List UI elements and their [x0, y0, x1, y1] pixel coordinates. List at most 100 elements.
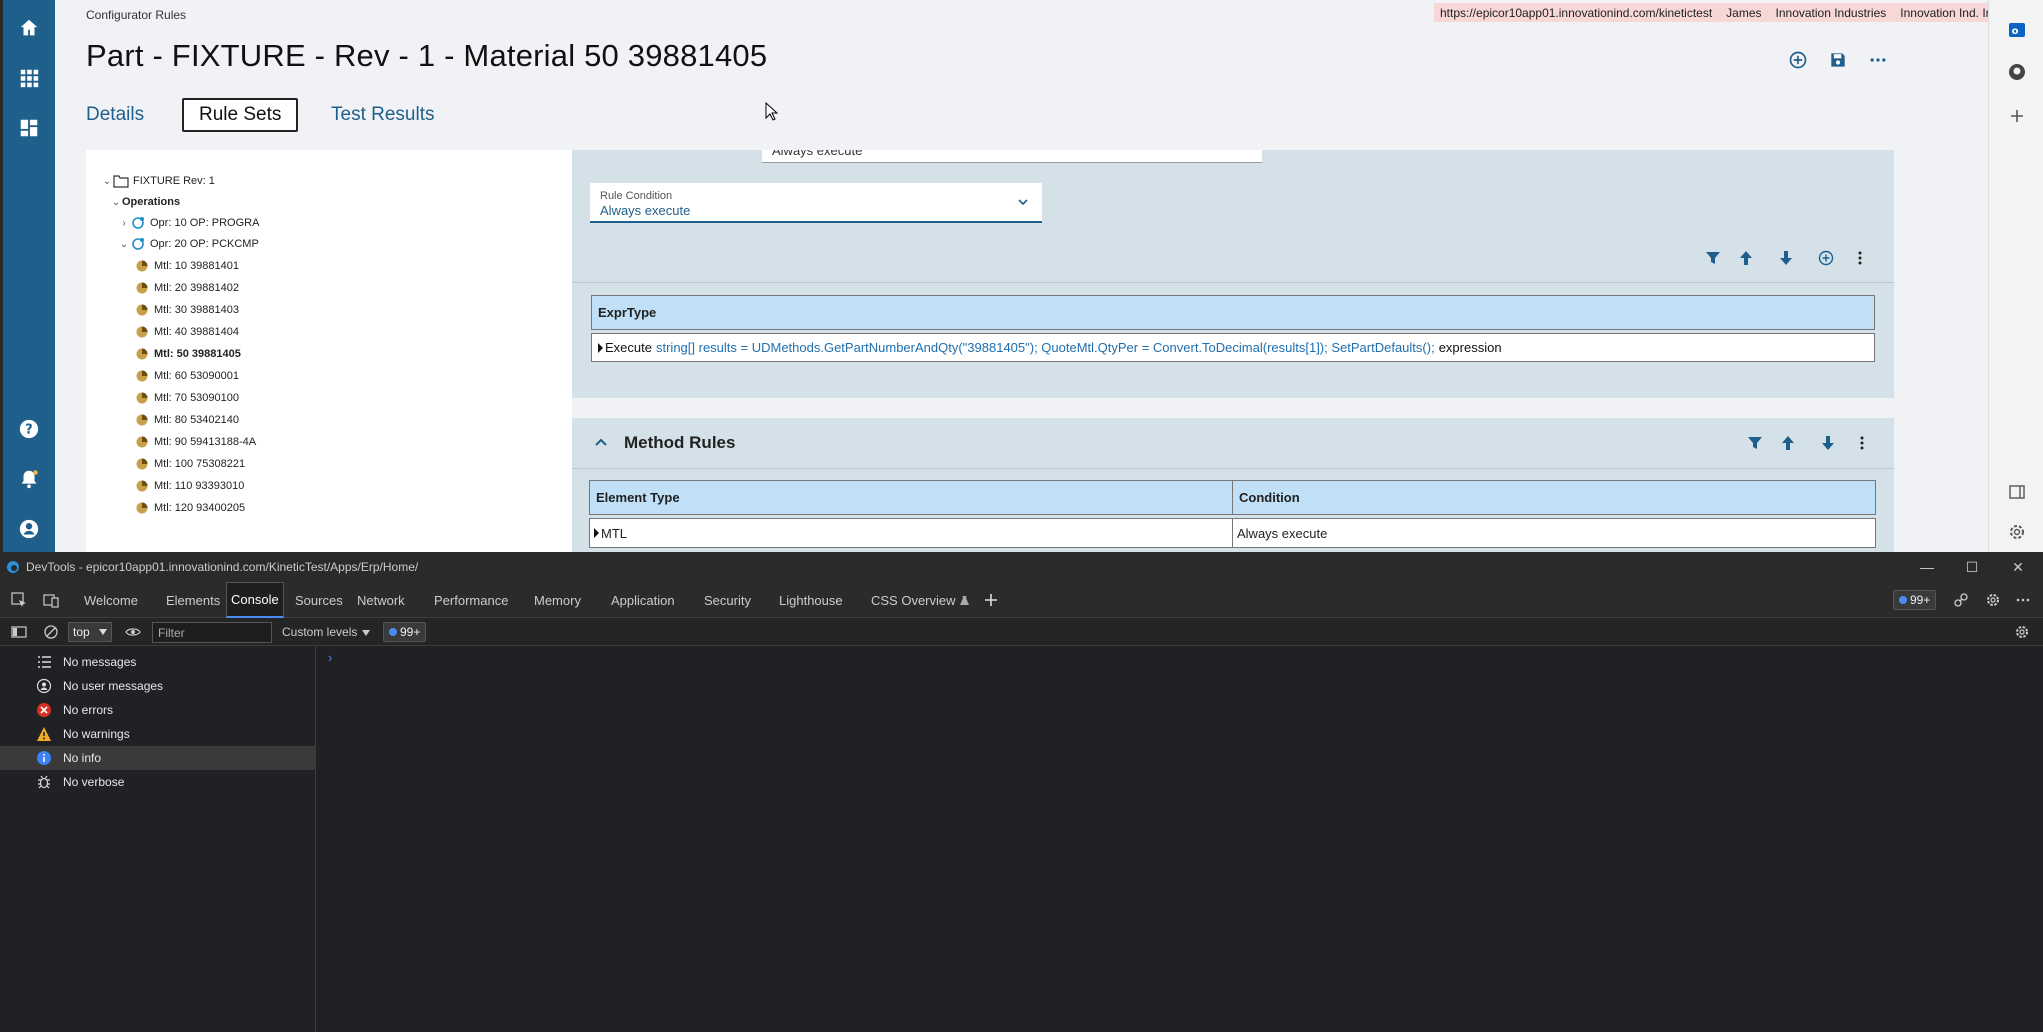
- sidebar-item-warnings[interactable]: No warnings: [0, 722, 316, 746]
- connected-devices-icon[interactable]: [1952, 591, 1970, 609]
- javascript-context-select[interactable]: top: [68, 622, 112, 642]
- rule-condition-dropdown[interactable]: Rule Condition Always execute: [590, 183, 1042, 223]
- filter-button[interactable]: [1702, 247, 1724, 269]
- grid-row[interactable]: Execute string[] results = UDMethods.Get…: [591, 333, 1875, 362]
- devtools-tab-console[interactable]: Console: [226, 582, 284, 618]
- sidebar-item-verbose[interactable]: No verbose: [0, 770, 316, 794]
- tree-node-material[interactable]: Mtl: 100 75308221: [134, 454, 245, 474]
- move-down-button[interactable]: [1817, 432, 1839, 454]
- tree-node-material[interactable]: Mtl: 120 93400205: [134, 498, 245, 518]
- devtools-title: DevTools - epicor10app01.innovationind.c…: [26, 560, 419, 574]
- move-up-button[interactable]: [1735, 247, 1757, 269]
- chevron-right-icon[interactable]: ›: [118, 218, 130, 229]
- breadcrumb[interactable]: Configurator Rules: [86, 8, 186, 22]
- console-prompt[interactable]: ›: [328, 650, 332, 665]
- tree-node-material[interactable]: Mtl: 40 39881404: [134, 322, 239, 342]
- toggle-sidebar-icon[interactable]: [10, 623, 28, 641]
- move-down-button[interactable]: [1775, 247, 1797, 269]
- chevron-down-icon[interactable]: ⌄: [101, 176, 113, 187]
- tree-node-material[interactable]: Mtl: 90 59413188-4A: [134, 432, 256, 452]
- action-expression-grid: ExprType Execute string[] results = UDMe…: [591, 295, 1875, 362]
- tree-node-material[interactable]: Mtl: 80 53402140: [134, 410, 239, 430]
- console-settings-gear-icon[interactable]: [2013, 623, 2031, 641]
- sidebar-item-messages[interactable]: No messages: [0, 650, 316, 674]
- site-name: Innovation Ind. Inc.: [1900, 5, 2002, 20]
- tree-node-material[interactable]: Mtl: 20 39881402: [134, 278, 239, 298]
- devtools-tab-css-overview[interactable]: CSS Overview: [867, 582, 973, 618]
- tree-node-material[interactable]: Mtl: 50 39881405: [134, 344, 241, 364]
- sidebar-item-errors[interactable]: No errors: [0, 698, 316, 722]
- devtools-tab-network[interactable]: Network: [353, 582, 409, 618]
- add-sidebar-app-icon[interactable]: [2005, 104, 2029, 128]
- gear-icon[interactable]: [1984, 591, 2002, 609]
- move-up-button[interactable]: [1777, 432, 1799, 454]
- tree-node-operations[interactable]: ⌄ Operations: [110, 192, 180, 212]
- more-options-button[interactable]: [1866, 48, 1890, 72]
- sidebar-item-info[interactable]: No info: [0, 746, 316, 770]
- condition-value: Always execute: [1237, 525, 1328, 541]
- grid-column-header[interactable]: Element Type: [590, 481, 1233, 514]
- devtools-tab-lighthouse[interactable]: Lighthouse: [775, 582, 847, 618]
- dashboard-icon[interactable]: [15, 114, 43, 142]
- devtools-tab-welcome[interactable]: Welcome: [80, 582, 142, 618]
- company-name: Innovation Industries: [1775, 5, 1887, 20]
- grid-more-button[interactable]: [1851, 432, 1873, 454]
- notifications-bell-icon[interactable]: [15, 465, 43, 493]
- log-levels-dropdown[interactable]: Custom levels: [282, 625, 357, 639]
- close-button[interactable]: ✕: [2009, 558, 2027, 576]
- tree-root[interactable]: ⌄ FIXTURE Rev: 1: [101, 171, 215, 191]
- gear-icon[interactable]: [2005, 520, 2029, 544]
- issues-badge[interactable]: 99+: [1893, 590, 1937, 610]
- devtools-tab-memory[interactable]: Memory: [530, 582, 585, 618]
- tab-test-results[interactable]: Test Results: [316, 98, 449, 132]
- grid-column-header[interactable]: Condition: [1233, 481, 1875, 514]
- console-messages-badge[interactable]: 99+: [383, 622, 427, 642]
- grid-more-button[interactable]: [1849, 247, 1871, 269]
- clear-console-icon[interactable]: [42, 623, 60, 641]
- chevron-down-icon[interactable]: ⌄: [110, 197, 122, 208]
- more-horizontal-icon[interactable]: [2014, 591, 2032, 609]
- chevron-up-icon[interactable]: [592, 434, 610, 452]
- add-new-button[interactable]: [1786, 48, 1810, 72]
- grid-row[interactable]: MTL Always execute: [589, 518, 1876, 548]
- tree-node-material[interactable]: Mtl: 30 39881403: [134, 300, 239, 320]
- outlook-icon[interactable]: o: [2005, 18, 2029, 42]
- filter-button[interactable]: [1744, 432, 1766, 454]
- device-emulation-icon[interactable]: [42, 591, 60, 609]
- maximize-button[interactable]: ☐: [1963, 558, 1981, 576]
- minimize-button[interactable]: —: [1918, 558, 1936, 576]
- apps-grid-icon[interactable]: [15, 64, 43, 92]
- sidebar-item-user-messages[interactable]: No user messages: [0, 674, 316, 698]
- github-icon[interactable]: [2005, 60, 2029, 84]
- user-account-icon[interactable]: [15, 515, 43, 543]
- tree-node-operation[interactable]: ⌄ Opr: 20 OP: PCKCMP: [118, 234, 259, 254]
- action-condition-field[interactable]: Always execute: [762, 150, 1262, 163]
- devtools-tab-elements[interactable]: Elements: [162, 582, 224, 618]
- inspect-element-icon[interactable]: [10, 591, 28, 609]
- help-icon[interactable]: ?: [15, 415, 43, 443]
- console-filter-input[interactable]: [152, 622, 272, 643]
- tab-details[interactable]: Details: [71, 98, 159, 132]
- add-row-button[interactable]: [1815, 247, 1837, 269]
- chevron-down-icon[interactable]: ⌄: [118, 239, 130, 250]
- tab-rule-sets[interactable]: Rule Sets: [182, 98, 299, 132]
- save-button[interactable]: [1826, 48, 1850, 72]
- devtools-tab-security[interactable]: Security: [700, 582, 755, 618]
- live-expression-eye-icon[interactable]: [124, 623, 142, 641]
- warning-icon: [36, 726, 52, 742]
- tree-node-material[interactable]: Mtl: 10 39881401: [134, 256, 239, 276]
- devtools-tab-performance[interactable]: Performance: [430, 582, 512, 618]
- sidebar-toggle-icon[interactable]: [2005, 480, 2029, 504]
- grid-column-header[interactable]: ExprType: [591, 295, 1875, 330]
- home-icon[interactable]: [15, 14, 43, 42]
- tab-label: CSS Overview: [871, 592, 956, 608]
- devtools-tab-sources[interactable]: Sources: [291, 582, 347, 618]
- tree-node-material[interactable]: Mtl: 110 93393010: [134, 476, 244, 496]
- environment-info-bar: https://epicor10app01.innovationind.com/…: [1434, 3, 2008, 22]
- add-tab-icon[interactable]: [982, 591, 1000, 609]
- devtools-tab-application[interactable]: Application: [607, 582, 679, 618]
- tree-node-material[interactable]: Mtl: 70 53090100: [134, 388, 239, 408]
- tree-node-operation[interactable]: › Opr: 10 OP: PROGRA: [118, 213, 259, 233]
- tree-node-material[interactable]: Mtl: 60 53090001: [134, 366, 239, 386]
- expression-code: string[] results = UDMethods.GetPartNumb…: [655, 340, 1435, 355]
